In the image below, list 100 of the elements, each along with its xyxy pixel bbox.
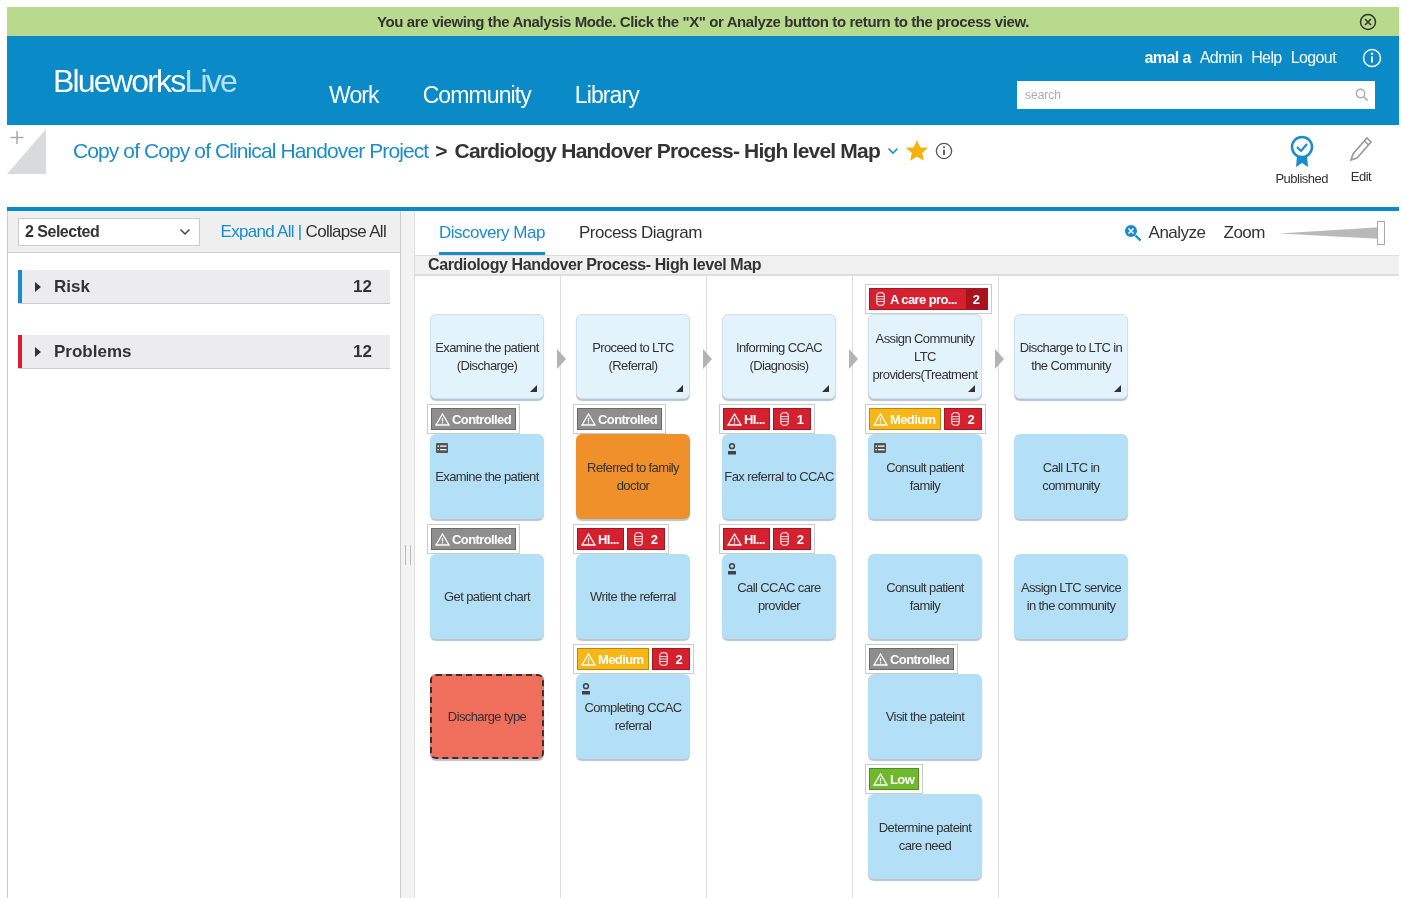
card-label: Referred to family doctor	[586, 458, 681, 495]
activity-card[interactable]: Visit the pateint	[868, 674, 982, 759]
zoom-label: Zoom	[1223, 223, 1265, 243]
breadcrumb-link[interactable]: Copy of Copy of Clinical Handover Project	[73, 139, 429, 163]
activity-card[interactable]: Assign LTC service in the community	[1014, 554, 1128, 639]
chevron-down-icon[interactable]	[886, 146, 899, 156]
corner-triangle-icon	[530, 385, 537, 392]
warning-icon	[873, 412, 888, 426]
activity-card[interactable]: Call LTC in community	[1014, 434, 1128, 519]
activity-card[interactable]: Completing CCAC referral	[576, 674, 690, 759]
milestone-card[interactable]: Examine the patient (Discharge)	[430, 314, 544, 399]
activity-card[interactable]: Write the referral	[576, 554, 690, 639]
collapse-all-link[interactable]: Collapse All	[305, 221, 386, 242]
milestone-card[interactable]: Informing CCAC (Diagnosis)	[722, 314, 836, 399]
filter-group[interactable]: Problems 12	[18, 335, 390, 369]
card-label: Assign LTC service in the community	[1019, 578, 1123, 615]
problem-badge[interactable]: 2	[651, 648, 691, 670]
caret-icon	[34, 346, 42, 357]
card-label: Completing CCAC referral	[583, 698, 683, 735]
header-link[interactable]: Help	[1251, 49, 1282, 67]
risk-badge[interactable]: Controlled	[577, 408, 662, 430]
search-x-icon	[1122, 223, 1143, 243]
cylinder-icon	[779, 412, 789, 426]
award-ribbon-icon	[1288, 135, 1315, 169]
chevron-down-icon	[179, 227, 191, 236]
decision-card[interactable]: Discharge type	[430, 674, 544, 759]
activity-card[interactable]: Determine pateint care need	[868, 794, 982, 879]
card-label: Assign Community LTC providers(Treatment	[871, 329, 979, 384]
published-button[interactable]: Published	[1275, 135, 1328, 186]
warning-icon	[581, 412, 596, 426]
activity-card[interactable]: Consult patient family	[868, 554, 982, 639]
close-icon[interactable]	[1359, 13, 1377, 31]
warning-icon	[435, 532, 450, 546]
logo[interactable]: BlueworksLive	[53, 63, 329, 101]
risk-badge[interactable]: HI...	[577, 528, 624, 550]
nav-link[interactable]: Work	[329, 82, 379, 110]
milestone-card[interactable]: Discharge to LTC in the Community	[1014, 314, 1128, 399]
warning-icon	[581, 652, 596, 666]
activity-card[interactable]: Referred to family doctor	[576, 434, 690, 519]
milestone-card[interactable]: Proceed to LTC (Referral)	[576, 314, 690, 399]
corner-triangle-icon	[1114, 385, 1121, 392]
triangle-arrow-icon	[849, 349, 858, 369]
view-tab[interactable]: Process Diagram	[578, 211, 702, 255]
map-title: Cardiology Handover Process- High level Map	[415, 256, 1399, 276]
nav-link[interactable]: Community	[422, 82, 531, 110]
warning-icon	[727, 532, 742, 546]
card-label: Write the referral	[590, 587, 676, 606]
cylinder-icon	[950, 412, 960, 426]
activity-card[interactable]: Call CCAC care provider	[722, 554, 836, 639]
card-label: Fax referral to CCAC	[724, 467, 834, 486]
nav-link[interactable]: Library	[574, 82, 639, 110]
problem-badge[interactable]: 2	[626, 528, 666, 550]
activity-card[interactable]: Fax referral to CCAC	[722, 434, 836, 519]
info-icon[interactable]	[934, 142, 953, 160]
header-link[interactable]: Logout	[1290, 49, 1336, 67]
activity-card[interactable]: Consult patient family	[868, 434, 982, 519]
milestone-card[interactable]: Assign Community LTC providers(Treatment	[868, 314, 982, 399]
caret-icon	[34, 281, 42, 292]
banner-message: You are viewing the Analysis Mode. Click the "X" or Analyze button to return to the process view.	[377, 13, 1029, 30]
card-label: Examine the patient	[435, 467, 539, 486]
activity-card[interactable]: Get patient chart	[430, 554, 544, 639]
problem-badge[interactable]: 2	[943, 408, 983, 430]
card-label: Visit the pateint	[885, 707, 965, 726]
risk-badge[interactable]: HI...	[723, 408, 770, 430]
search-field[interactable]: search	[1017, 81, 1375, 109]
user-name[interactable]: amal a	[1144, 49, 1191, 67]
expand-all-link[interactable]: Expand All	[220, 221, 294, 242]
card-label: Consult patient family	[885, 578, 966, 615]
warning-icon	[435, 412, 450, 426]
problem-badge[interactable]: A care pro... 2	[869, 288, 988, 310]
card-label: Informing CCAC (Diagnosis)	[734, 338, 824, 375]
warning-icon	[727, 412, 742, 426]
risk-badge[interactable]: Controlled	[431, 528, 516, 550]
warning-icon	[581, 532, 596, 546]
risk-badge[interactable]: Controlled	[431, 408, 516, 430]
filter-group[interactable]: Risk 12	[18, 270, 390, 304]
corner-triangle-icon	[968, 385, 975, 392]
warning-icon	[873, 772, 888, 786]
header-link[interactable]: Admin	[1199, 49, 1243, 67]
breadcrumb-separator: >	[435, 139, 448, 163]
zoom-slider[interactable]	[1279, 220, 1385, 246]
card-label: Examine the patient (Discharge)	[434, 338, 541, 375]
edit-button[interactable]: Edit	[1348, 135, 1374, 186]
splitter-handle[interactable]	[401, 211, 415, 898]
risk-badge[interactable]: Controlled	[869, 648, 954, 670]
card-label: Determine pateint care need	[877, 818, 973, 855]
activity-card[interactable]: Examine the patient	[430, 434, 544, 519]
card-label: Discharge type	[447, 707, 527, 726]
filter-dropdown[interactable]: 2 Selected	[18, 217, 200, 246]
corner-triangle-icon	[822, 385, 829, 392]
problem-badge[interactable]: 1	[772, 408, 812, 430]
card-label: Proceed to LTC (Referral)	[591, 338, 675, 375]
add-fold-icon[interactable]	[7, 127, 47, 175]
analyze-button[interactable]: Analyze	[1122, 223, 1206, 243]
zoom-slider-thumb[interactable]	[1377, 221, 1385, 245]
risk-badge[interactable]: HI...	[723, 528, 770, 550]
star-icon[interactable]	[905, 140, 928, 162]
card-label: Consult patient family	[885, 458, 966, 495]
cylinder-icon	[658, 652, 668, 666]
problem-badge[interactable]: 2	[772, 528, 812, 550]
